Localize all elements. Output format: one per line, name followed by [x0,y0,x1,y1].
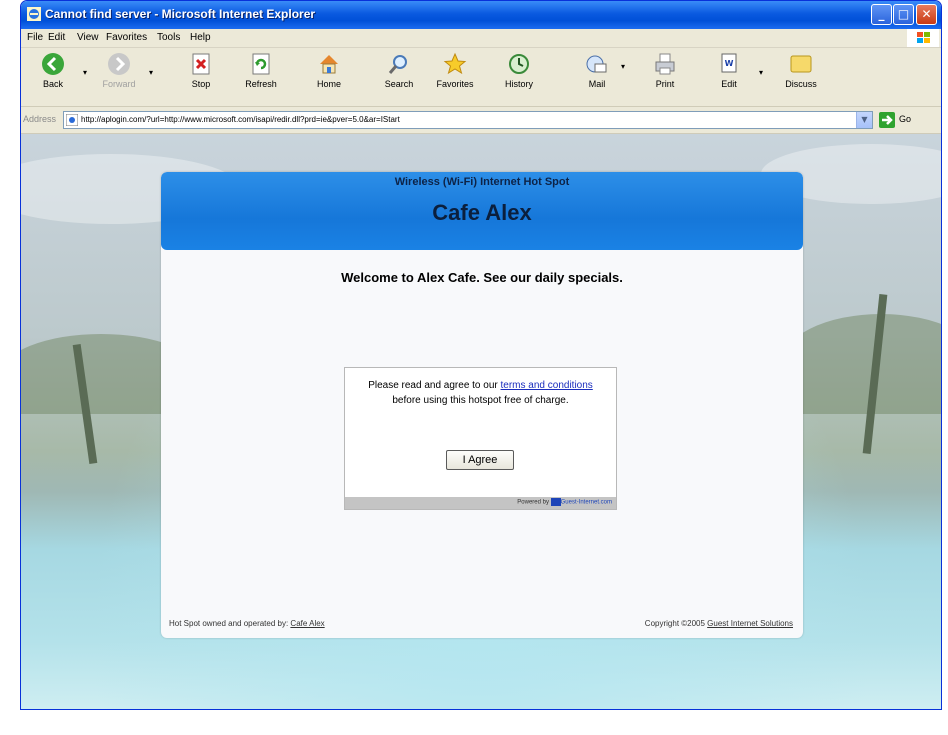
menu-help[interactable]: Help [190,32,211,43]
discuss-button[interactable]: Discuss [773,52,829,104]
home-label: Home [316,79,341,89]
agree-button[interactable]: I Agree [446,450,514,470]
history-icon [509,54,529,74]
bottom-margin [0,710,948,735]
printer-icon [655,53,675,75]
powered-brand[interactable]: Guest-Internet.com [561,500,612,506]
svg-text:W: W [725,59,734,68]
mail-dropdown-icon[interactable]: ▾ [621,62,625,71]
powered-by-bar: Powered by Guest-Internet.com [345,497,616,509]
favorites-label: Favorites [436,79,474,89]
go-arrow-icon [879,112,895,128]
print-label: Print [655,79,675,89]
forward-button[interactable]: Forward [91,52,147,104]
menu-tools[interactable]: Tools [157,32,180,43]
close-button[interactable]: ✕ [916,4,937,25]
page-content: Wireless (Wi-Fi) Internet Hot Spot Cafe … [21,134,941,709]
footer-copyright-link[interactable]: Guest Internet Solutions [707,619,793,628]
address-input[interactable]: http://aplogin.com/?url=http://www.micro… [63,111,873,129]
mail-label: Mail [588,79,606,89]
hotspot-subtitle: Wireless (Wi-Fi) Internet Hot Spot [394,176,570,188]
terms-text-before: Please read and agree to our [368,380,501,391]
favorites-star-icon [443,52,467,75]
forward-arrow-icon [108,53,130,75]
card-header: Wireless (Wi-Fi) Internet Hot Spot Cafe … [161,172,803,250]
terms-link[interactable]: terms and conditions [501,380,593,391]
minimize-button[interactable]: _ [871,4,892,25]
address-dropdown-icon[interactable]: ▼ [856,112,872,128]
address-url: http://aplogin.com/?url=http://www.micro… [81,115,400,124]
refresh-icon [252,53,270,75]
ie-icon [27,7,41,21]
stop-label: Stop [191,79,211,89]
address-label: Address [23,114,57,124]
back-arrow-icon [42,53,64,75]
discuss-icon [790,55,812,73]
home-icon [320,55,338,74]
search-button[interactable]: Search [371,52,427,104]
favorites-button[interactable]: Favorites [427,52,483,104]
ie-window: Cannot find server - Microsoft Internet … [20,0,942,710]
title-bar[interactable]: Cannot find server - Microsoft Internet … [21,1,941,29]
stop-button[interactable]: Stop [173,52,229,104]
back-dropdown-icon[interactable]: ▾ [83,68,87,77]
footer-owner-text: Hot Spot owned and operated by: [169,619,291,628]
terms-box: Please read and agree to our terms and c… [344,367,617,510]
refresh-button[interactable]: Refresh [233,52,289,104]
footer-copyright: Copyright ©2005 Guest Internet Solutions [645,619,793,628]
guest-internet-logo-icon [550,498,561,506]
edit-dropdown-icon[interactable]: ▾ [759,68,763,77]
hotspot-login-card: Wireless (Wi-Fi) Internet Hot Spot Cafe … [161,172,803,638]
menu-favorites[interactable]: Favorites [106,32,147,43]
back-label: Back [42,79,63,89]
toolbar: Back ▾ Forward ▾ Stop Refresh Home Searc… [21,48,941,107]
stop-icon [192,53,210,75]
discuss-label: Discuss [785,79,817,89]
go-button[interactable]: Go [879,111,934,129]
go-label: Go [899,114,912,124]
search-icon [388,55,407,74]
powered-by-label: Powered by [517,499,549,506]
windows-logo-icon [907,29,939,47]
menu-edit[interactable]: Edit [48,32,65,43]
word-edit-icon: W [721,53,737,73]
address-bar: Address http://aplogin.com/?url=http://w… [21,107,941,134]
terms-text: Please read and agree to our terms and c… [353,378,608,408]
menu-bar: File Edit View Favorites Tools Help [21,29,941,48]
forward-label: Forward [102,79,136,89]
mail-button[interactable]: Mail [569,52,625,104]
forward-dropdown-icon[interactable]: ▾ [149,68,153,77]
mail-icon [586,55,607,73]
menu-view[interactable]: View [77,32,99,43]
search-label: Search [384,79,414,89]
back-button[interactable]: Back [25,52,81,104]
edit-button[interactable]: W Edit [701,52,757,104]
history-button[interactable]: History [491,52,547,104]
edit-label: Edit [721,79,737,89]
page-title: Cafe Alex [432,200,532,225]
background-hill [781,314,941,414]
menu-file[interactable]: File [27,32,43,43]
history-label: History [504,79,533,89]
footer-owner-link[interactable]: Cafe Alex [290,619,324,628]
terms-text-after: before using this hotspot free of charge… [392,395,569,406]
maximize-button[interactable]: □ [893,4,914,25]
powered-by: Powered by Guest-Internet.com [517,498,612,506]
refresh-label: Refresh [245,79,277,89]
footer-owner: Hot Spot owned and operated by: Cafe Ale… [169,619,325,628]
window-title: Cannot find server - Microsoft Internet … [45,7,316,21]
footer-copyright-text: Copyright ©2005 [644,619,708,628]
welcome-message: Welcome to Alex Cafe. See our daily spec… [341,270,623,285]
home-button[interactable]: Home [301,52,357,104]
page-icon [66,114,78,126]
print-button[interactable]: Print [637,52,693,104]
